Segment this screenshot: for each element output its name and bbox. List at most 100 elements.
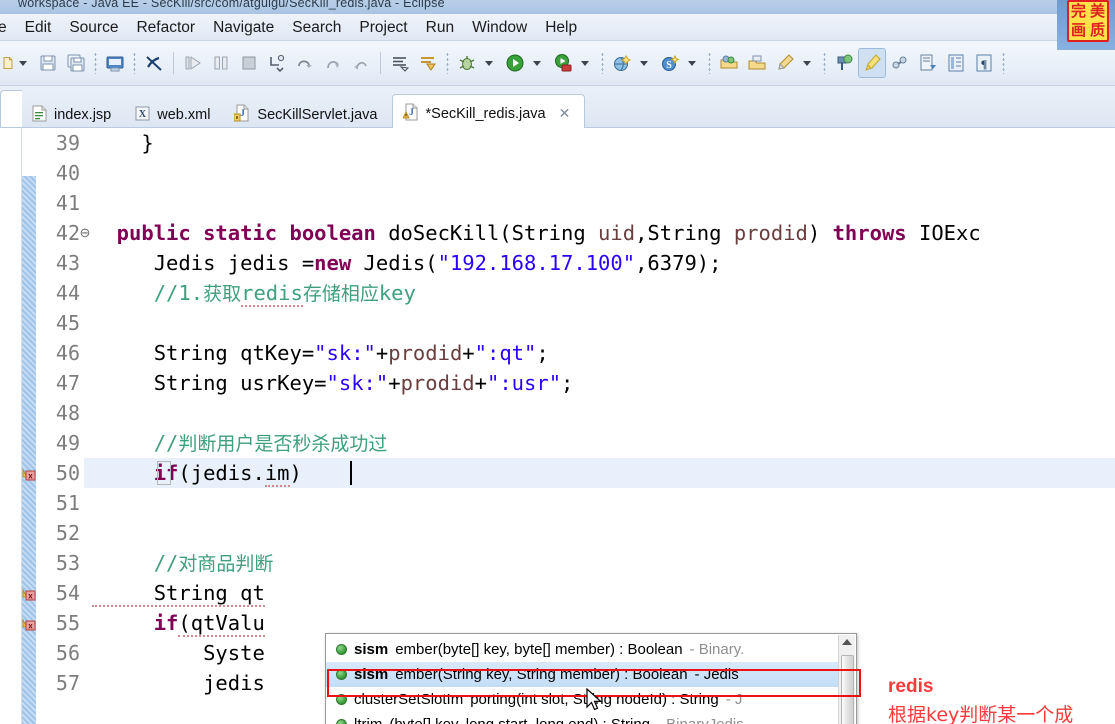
search-icon[interactable]: S: [656, 48, 684, 78]
outline-icon[interactable]: [942, 48, 970, 78]
svg-text:X: X: [139, 109, 147, 120]
scrollbar-thumb[interactable]: [841, 655, 854, 724]
line-number: 55: [55, 611, 80, 635]
toolbar-separator-2: [380, 52, 381, 74]
line-number: 54: [55, 581, 80, 605]
proposal-owner: - Jedis: [694, 666, 739, 683]
next-annotation-icon[interactable]: [386, 48, 414, 78]
svg-text:x: x: [28, 622, 33, 631]
menu-help[interactable]: Help: [536, 15, 586, 41]
proposal-owner: - Binary.: [689, 641, 745, 658]
open-task-icon[interactable]: [743, 48, 771, 78]
line-number: 48: [55, 401, 80, 425]
code-line-39: }: [92, 131, 154, 155]
proposal-owner: - J: [725, 691, 743, 708]
debug-dropdown-icon[interactable]: [481, 48, 501, 78]
previous-annotation-icon[interactable]: [414, 48, 442, 78]
public-method-icon: [336, 669, 347, 680]
toolbar-separator-1: [173, 52, 174, 74]
tab-web-xml[interactable]: X web.xml: [125, 98, 224, 132]
tab-seckill-redis-java[interactable]: J *SecKill_redis.java ✕: [391, 94, 586, 132]
code-line-55: if(qtValu: [92, 611, 265, 637]
toolbar-dots-4: [601, 52, 604, 74]
editor-left-gutter[interactable]: [0, 128, 22, 724]
proposal-item[interactable]: sism ember(byte[] key, byte[] member) : B…: [326, 637, 838, 662]
external-tools-icon[interactable]: [608, 48, 636, 78]
menu-run[interactable]: Run: [417, 15, 463, 41]
code-line-47: String usrKey="sk:"+prodid+":usr";: [92, 371, 574, 395]
line-number: 45: [55, 311, 80, 335]
menu-window[interactable]: Window: [463, 15, 536, 41]
code-line-46: String qtKey="sk:"+prodid+":qt";: [92, 341, 549, 365]
svg-text:¶: ¶: [981, 57, 987, 71]
code-line-44: //1.获取redis存储相应key: [92, 281, 416, 307]
menu-file[interactable]: e: [0, 15, 16, 41]
save-all-icon[interactable]: [62, 48, 90, 78]
menu-project[interactable]: Project: [350, 15, 416, 41]
menu-search[interactable]: Search: [283, 15, 350, 41]
fold-collapse-icon[interactable]: ⊖: [78, 218, 92, 248]
run-on-server-icon[interactable]: [549, 48, 577, 78]
pencil-dropdown-icon[interactable]: [799, 48, 819, 78]
new-wizard-dropdown-icon[interactable]: [16, 48, 34, 78]
debug-icon[interactable]: [453, 48, 481, 78]
scroll-up-icon[interactable]: [842, 639, 852, 645]
proposal-item[interactable]: clusterSetSlotImporting(int slot, String…: [326, 687, 838, 712]
proposal-owner: - BinaryJedis: [657, 716, 744, 724]
content-assist-list[interactable]: sism ember(byte[] key, byte[] member) : B…: [326, 637, 838, 724]
proposal-signature: ember(String key, String member) : Boole…: [395, 666, 688, 683]
run-dropdown-icon[interactable]: [529, 48, 549, 78]
search-dropdown-icon[interactable]: [684, 48, 704, 78]
menu-source[interactable]: Source: [60, 15, 127, 41]
tab-index-jsp[interactable]: index.jsp: [22, 98, 125, 132]
menu-navigate[interactable]: Navigate: [204, 15, 283, 41]
svg-text:J: J: [241, 108, 246, 118]
run-icon[interactable]: [501, 48, 529, 78]
external-tools-dropdown-icon[interactable]: [636, 48, 656, 78]
jsp-file-icon: [32, 105, 47, 126]
export-icon[interactable]: [914, 48, 942, 78]
proposal-scrollbar[interactable]: [838, 635, 855, 724]
svg-text:S: S: [666, 60, 672, 71]
save-icon[interactable]: [34, 48, 62, 78]
svg-text:x: x: [28, 472, 33, 481]
code-editor[interactable]: x x x 39 40 41 42 43 44 45 46 47 48 49 5…: [0, 128, 1115, 724]
eclipse-window: workspace - Java EE - SecKill/src/com/at…: [0, 0, 1115, 724]
toggle-breakpoint-icon[interactable]: [140, 48, 168, 78]
paragraph-icon[interactable]: ¶: [970, 48, 998, 78]
watermark-char-4: 质: [1089, 21, 1105, 39]
line-number: 43: [55, 251, 80, 275]
tab-seckillservlet-java[interactable]: J SecKillServlet.java: [224, 98, 391, 132]
window-title: workspace - Java EE - SecKill/src/com/at…: [18, 0, 445, 10]
toolbar-dots-7: [1002, 52, 1005, 74]
line-number: 57: [55, 671, 80, 695]
toolbar-dots-2: [133, 52, 136, 74]
proposal-item-selected[interactable]: sism ember(String key, String member) : B…: [326, 662, 838, 687]
code-line-57: jedis: [92, 671, 265, 695]
mouse-cursor-icon: [586, 687, 604, 719]
step-over-icon: [291, 48, 319, 78]
drop-to-frame-icon: [347, 48, 375, 78]
new-wizard-icon[interactable]: [0, 48, 16, 78]
tab-label: index.jsp: [54, 107, 112, 123]
proposal-item[interactable]: ltrim (byte[] key, long start, long end) …: [326, 712, 838, 724]
proposal-prefix: clusterSetSlotIm: [354, 691, 464, 708]
pencil-icon[interactable]: [771, 48, 799, 78]
quality-watermark: 完 美 画 质: [1067, 0, 1109, 42]
watermark-char-1: 完: [1070, 2, 1086, 20]
menu-edit[interactable]: Edit: [16, 15, 61, 41]
new-java-project-icon[interactable]: [830, 48, 858, 78]
highlight-icon[interactable]: [858, 48, 886, 78]
link-icon[interactable]: [886, 48, 914, 78]
menu-refactor[interactable]: Refactor: [127, 15, 204, 41]
print-icon[interactable]: [101, 48, 129, 78]
line-number: 52: [55, 521, 80, 545]
run-on-server-dropdown-icon[interactable]: [577, 48, 597, 78]
line-number: 49: [55, 431, 80, 455]
line-number: 41: [55, 191, 80, 215]
close-icon[interactable]: ✕: [559, 105, 571, 122]
proposal-signature: (byte[] key, long start, long end) : Str…: [389, 716, 650, 724]
open-type-icon[interactable]: [715, 48, 743, 78]
line-number: 46: [55, 341, 80, 365]
terminate-icon: [235, 48, 263, 78]
